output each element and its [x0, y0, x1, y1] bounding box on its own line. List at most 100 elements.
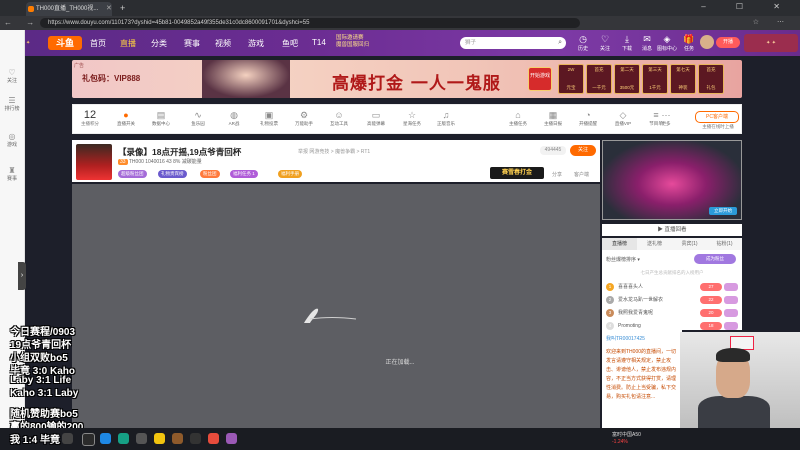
fans-count: 494445: [540, 146, 566, 155]
game-ad-badge[interactable]: 赛雪春打金: [490, 167, 544, 179]
pc-client-button[interactable]: PC客户端: [695, 111, 739, 123]
tab-diamond-fans[interactable]: 钻粉(1): [707, 238, 742, 250]
nav-t14[interactable]: T14: [312, 38, 326, 47]
sidebar-item-follow[interactable]: ♡ 关注: [0, 68, 24, 84]
tool-gift-vote[interactable]: ▣ 礼物投票: [254, 110, 284, 127]
report-link[interactable]: 举报: [298, 149, 308, 155]
taskbar-app-icon[interactable]: [208, 433, 219, 444]
icon-center-button[interactable]: ◈ 图标中心: [656, 34, 678, 52]
nav-notice[interactable]: 国际邀请赛 魔兽国服回归: [336, 35, 369, 49]
nav-home[interactable]: 首页: [90, 38, 106, 49]
taskbar-app-icon[interactable]: [172, 433, 183, 444]
badge-gift-vip[interactable]: 礼物贵宾榜: [158, 170, 187, 178]
taskbar-app-icon[interactable]: [100, 433, 111, 444]
url-field[interactable]: https://www.douyu.com/110173?dyshid=45b8…: [40, 18, 580, 28]
nav-fishbar[interactable]: 鱼吧: [282, 38, 298, 49]
taskbar-app-icon[interactable]: [190, 433, 201, 444]
new-tab-icon[interactable]: +: [120, 2, 125, 14]
user-avatar[interactable]: [700, 35, 714, 49]
sidebar-item-rank[interactable]: ☰ 排行榜: [0, 96, 24, 112]
tool-anchor-task[interactable]: ⌂ 主播任务: [503, 110, 533, 127]
follow-button[interactable]: 关注: [570, 145, 596, 156]
stream-report-and-category: 举报 网游竞技 > 魔兽争霸 > RT1: [298, 148, 370, 155]
follow-nav-button[interactable]: ♡ 关注: [594, 34, 616, 52]
badge-welfare-manual[interactable]: 福利手册: [278, 170, 302, 178]
rank-number: 3: [606, 309, 614, 317]
prize-bottom: 一千元: [592, 85, 606, 90]
chat-username[interactable]: 我叫TR00017425: [606, 335, 645, 342]
tool-reminder[interactable]: ◔ 开播提醒: [573, 110, 603, 127]
tool-vip[interactable]: ◇ 直播VIP: [608, 110, 638, 127]
tool-interact[interactable]: ☺ 互动工具: [324, 110, 354, 127]
replay-link[interactable]: ▶ 直播回看: [602, 224, 742, 236]
nav-events[interactable]: 赛事: [184, 38, 200, 49]
taskbar-app-icon[interactable]: [118, 433, 129, 444]
rank-row[interactable]: 2 爱水龙马趴一世解衣 22: [606, 295, 738, 305]
sidebar-item-games[interactable]: ◎ 游戏: [0, 132, 24, 148]
wave-icon: ∿: [194, 110, 202, 120]
game-ad-thumbnail[interactable]: 立即开始: [602, 140, 742, 220]
history-button[interactable]: ◷ 历史: [572, 34, 594, 52]
stock-widget[interactable]: 富时中国A50 -1.24%: [612, 432, 641, 446]
tool-ar[interactable]: ◍ AR战: [219, 110, 249, 127]
tool-live-switch[interactable]: ● 直播开关: [111, 110, 141, 127]
search-input[interactable]: 狮子 ⌕: [460, 37, 566, 49]
tool-daily[interactable]: ▦ 主播日报: [538, 110, 568, 127]
streamer-name[interactable]: TH000: [129, 159, 144, 165]
download-button[interactable]: ⤓ 下载: [616, 34, 638, 52]
prize-card: 第二天 3500元: [614, 64, 640, 94]
nav-video[interactable]: 视频: [215, 38, 231, 49]
badge-super-fans[interactable]: 超级粉丝团: [118, 170, 147, 178]
sidebar-item-events[interactable]: ♜ 赛事: [0, 166, 24, 182]
taskbar-app-icon[interactable]: [82, 433, 95, 446]
taskbar-app-icon[interactable]: [226, 433, 237, 444]
tab-close-icon[interactable]: ✕: [106, 2, 112, 16]
message-button[interactable]: ✉ 消息: [636, 34, 658, 52]
history-label: 历史: [577, 46, 588, 52]
start-game-button[interactable]: 开始游戏: [528, 67, 552, 91]
prize-top: 第七天: [676, 67, 690, 72]
badge-welfare-task[interactable]: 福利任务 1: [230, 170, 258, 178]
nav-live[interactable]: 直播: [120, 38, 136, 49]
ad-banner[interactable]: 广告 礼包码：VIP888 高爆打金 一人一鬼服 开始游戏 2W 元宝 首充 一千元…: [72, 60, 742, 98]
tool-barrage[interactable]: ▭ 高能弹幕: [361, 110, 391, 127]
douyu-logo[interactable]: 斗鱼: [48, 36, 82, 50]
window-controls[interactable]: – ☐ ✕: [701, 2, 794, 11]
share-button[interactable]: 分享: [552, 171, 562, 178]
tool-fun[interactable]: ∿ 鱼乐园: [183, 110, 213, 127]
browser-tab[interactable]: TH000直播_TH000视...: [26, 2, 112, 16]
start-now-button[interactable]: 立即开始: [709, 207, 737, 215]
nav-category[interactable]: 分类: [151, 38, 167, 49]
taskbar-app-icon[interactable]: [154, 433, 165, 444]
tab-live-rank[interactable]: 直播榜: [602, 238, 637, 250]
streamer-avatar[interactable]: [76, 144, 112, 180]
taskbar-app-icon[interactable]: [62, 433, 73, 444]
tab-gift-rank[interactable]: 送礼榜: [637, 238, 672, 250]
nav-games[interactable]: 游戏: [248, 38, 264, 49]
taskbar-app-icon[interactable]: [136, 433, 147, 444]
rank-sort-select[interactable]: 粉丝爆榜排序 ▾: [606, 256, 640, 263]
become-fan-button[interactable]: 成为粉丝: [694, 254, 736, 264]
prize-card: 2W 元宝: [558, 64, 584, 94]
prize-bottom: 神装: [678, 85, 688, 90]
open-broadcast-button[interactable]: 开播: [716, 37, 740, 48]
search-icon[interactable]: ⌕: [558, 37, 562, 49]
trophy-icon: ♜: [8, 166, 16, 175]
rank-row[interactable]: 1 喜喜喜头人 27: [606, 282, 738, 292]
badge-fan-club[interactable]: 粉丝团: [200, 170, 220, 178]
tab-vip[interactable]: 贵宾(1): [672, 238, 707, 250]
task-button[interactable]: 🎁 任务: [678, 34, 700, 52]
tool-music[interactable]: ♫ 正版音乐: [431, 110, 461, 127]
browser-toolbar-icons[interactable]: ☆ ⋯: [753, 17, 792, 29]
pc-client-subtitle: 主播在线时上播: [702, 124, 734, 129]
room-id: 1040016: [145, 159, 165, 165]
tool-more[interactable]: ⋯ 更多: [651, 110, 681, 127]
sidebar-expand-handle[interactable]: ›: [18, 262, 26, 290]
rank-row[interactable]: 3 我照我爱青鬼呢 20: [606, 308, 738, 318]
client-button[interactable]: 客户端: [574, 171, 589, 178]
tool-data-center[interactable]: ▤ 数据中心: [146, 110, 176, 127]
tool-star-task[interactable]: ☆ 星海任务: [397, 110, 427, 127]
category-breadcrumb[interactable]: 网游竞技 > 魔兽争霸 > RT1: [309, 149, 370, 155]
tool-assistant[interactable]: ⚙ 万能助手: [289, 110, 319, 127]
ar-icon: ◍: [230, 110, 238, 120]
